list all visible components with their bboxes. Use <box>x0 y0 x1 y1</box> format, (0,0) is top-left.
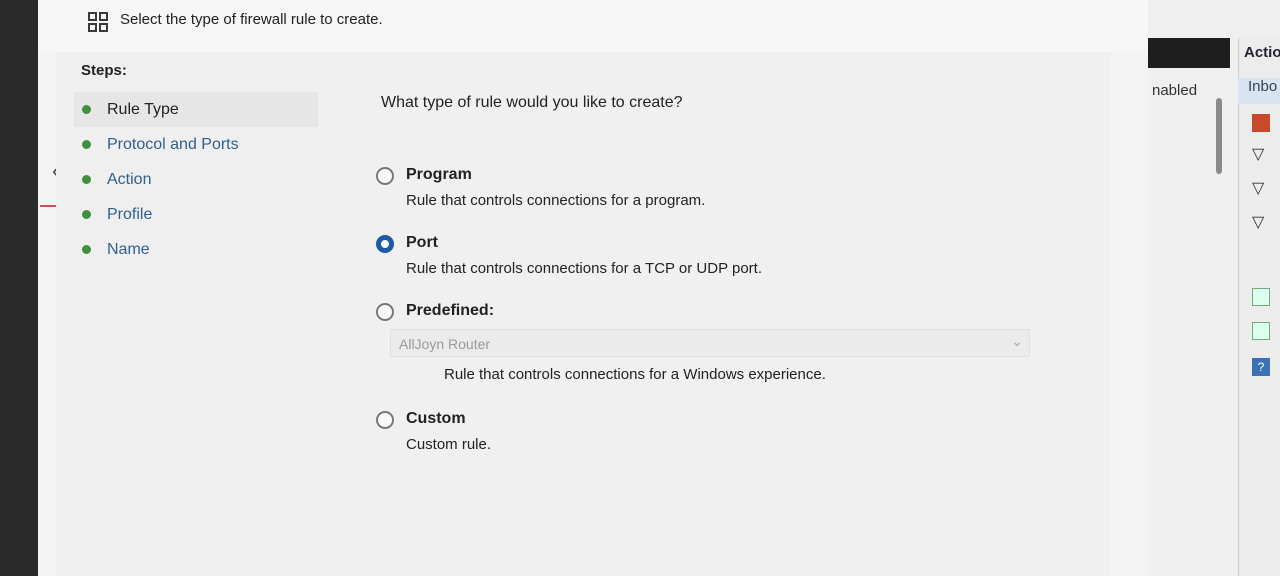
step-bullet-icon <box>82 140 91 149</box>
step-bullet-icon <box>82 245 91 254</box>
step-label: Protocol and Ports <box>107 135 239 153</box>
option-title[interactable]: Custom <box>406 410 466 428</box>
actions-pane-inbound-section[interactable]: Inbo <box>1238 78 1280 104</box>
background-scrollbar[interactable] <box>1216 98 1222 174</box>
steps-panel: Steps: Rule Type Protocol and Ports Acti… <box>56 52 324 576</box>
refresh-icon[interactable] <box>1252 288 1270 306</box>
rule-type-content: What type of rule would you like to crea… <box>324 52 1110 576</box>
predefined-description: Rule that controls connections for a Win… <box>444 366 826 383</box>
chevron-down-icon[interactable]: ⌄ <box>1011 333 1023 350</box>
background-window-header-bar <box>1148 38 1230 68</box>
rule-type-question: What type of rule would you like to crea… <box>381 94 683 111</box>
step-bullet-icon <box>82 105 91 114</box>
step-protocol-and-ports[interactable]: Protocol and Ports <box>74 127 318 162</box>
option-title[interactable]: Program <box>406 166 472 184</box>
option-title[interactable]: Port <box>406 234 438 252</box>
program-radio[interactable] <box>376 167 394 185</box>
wizard-icon <box>88 12 108 32</box>
enabled-column-header[interactable]: nabled <box>1152 82 1197 99</box>
steps-title: Steps: <box>81 62 127 79</box>
step-profile[interactable]: Profile <box>74 197 318 232</box>
dialog-header-text: Select the type of firewall rule to crea… <box>120 11 383 28</box>
filter-icon[interactable]: ▽ <box>1252 214 1270 232</box>
option-description: Rule that controls connections for a pro… <box>406 192 706 209</box>
step-label: Name <box>107 240 150 258</box>
export-list-icon[interactable] <box>1252 322 1270 340</box>
step-rule-type[interactable]: Rule Type <box>74 92 318 127</box>
predefined-rule-dropdown[interactable]: AllJoyn Router ⌄ <box>390 329 1030 357</box>
port-radio[interactable] <box>376 235 394 253</box>
step-label: Profile <box>107 205 153 223</box>
step-name[interactable]: Name <box>74 232 318 267</box>
filter-icon[interactable]: ▽ <box>1252 180 1270 198</box>
step-action[interactable]: Action <box>74 162 318 197</box>
filter-icon[interactable]: ▽ <box>1252 146 1270 164</box>
steps-list: Rule Type Protocol and Ports Action Prof… <box>74 92 318 267</box>
predefined-radio[interactable] <box>376 303 394 321</box>
option-description: Rule that controls connections for a TCP… <box>406 260 763 277</box>
dropdown-value: AllJoyn Router <box>399 336 491 352</box>
step-label: Action <box>107 170 152 188</box>
option-description: Custom rule. <box>406 436 492 453</box>
help-icon[interactable]: ? <box>1252 358 1270 376</box>
step-label: Rule Type <box>107 100 179 118</box>
dialog-header: Select the type of firewall rule to crea… <box>38 0 1148 52</box>
actions-pane-header: Actio <box>1244 44 1280 61</box>
new-rule-icon[interactable] <box>1252 114 1270 132</box>
screen-bezel <box>0 0 38 576</box>
step-bullet-icon <box>82 210 91 219</box>
custom-radio[interactable] <box>376 411 394 429</box>
option-title[interactable]: Predefined: <box>406 302 494 320</box>
step-bullet-icon <box>82 175 91 184</box>
